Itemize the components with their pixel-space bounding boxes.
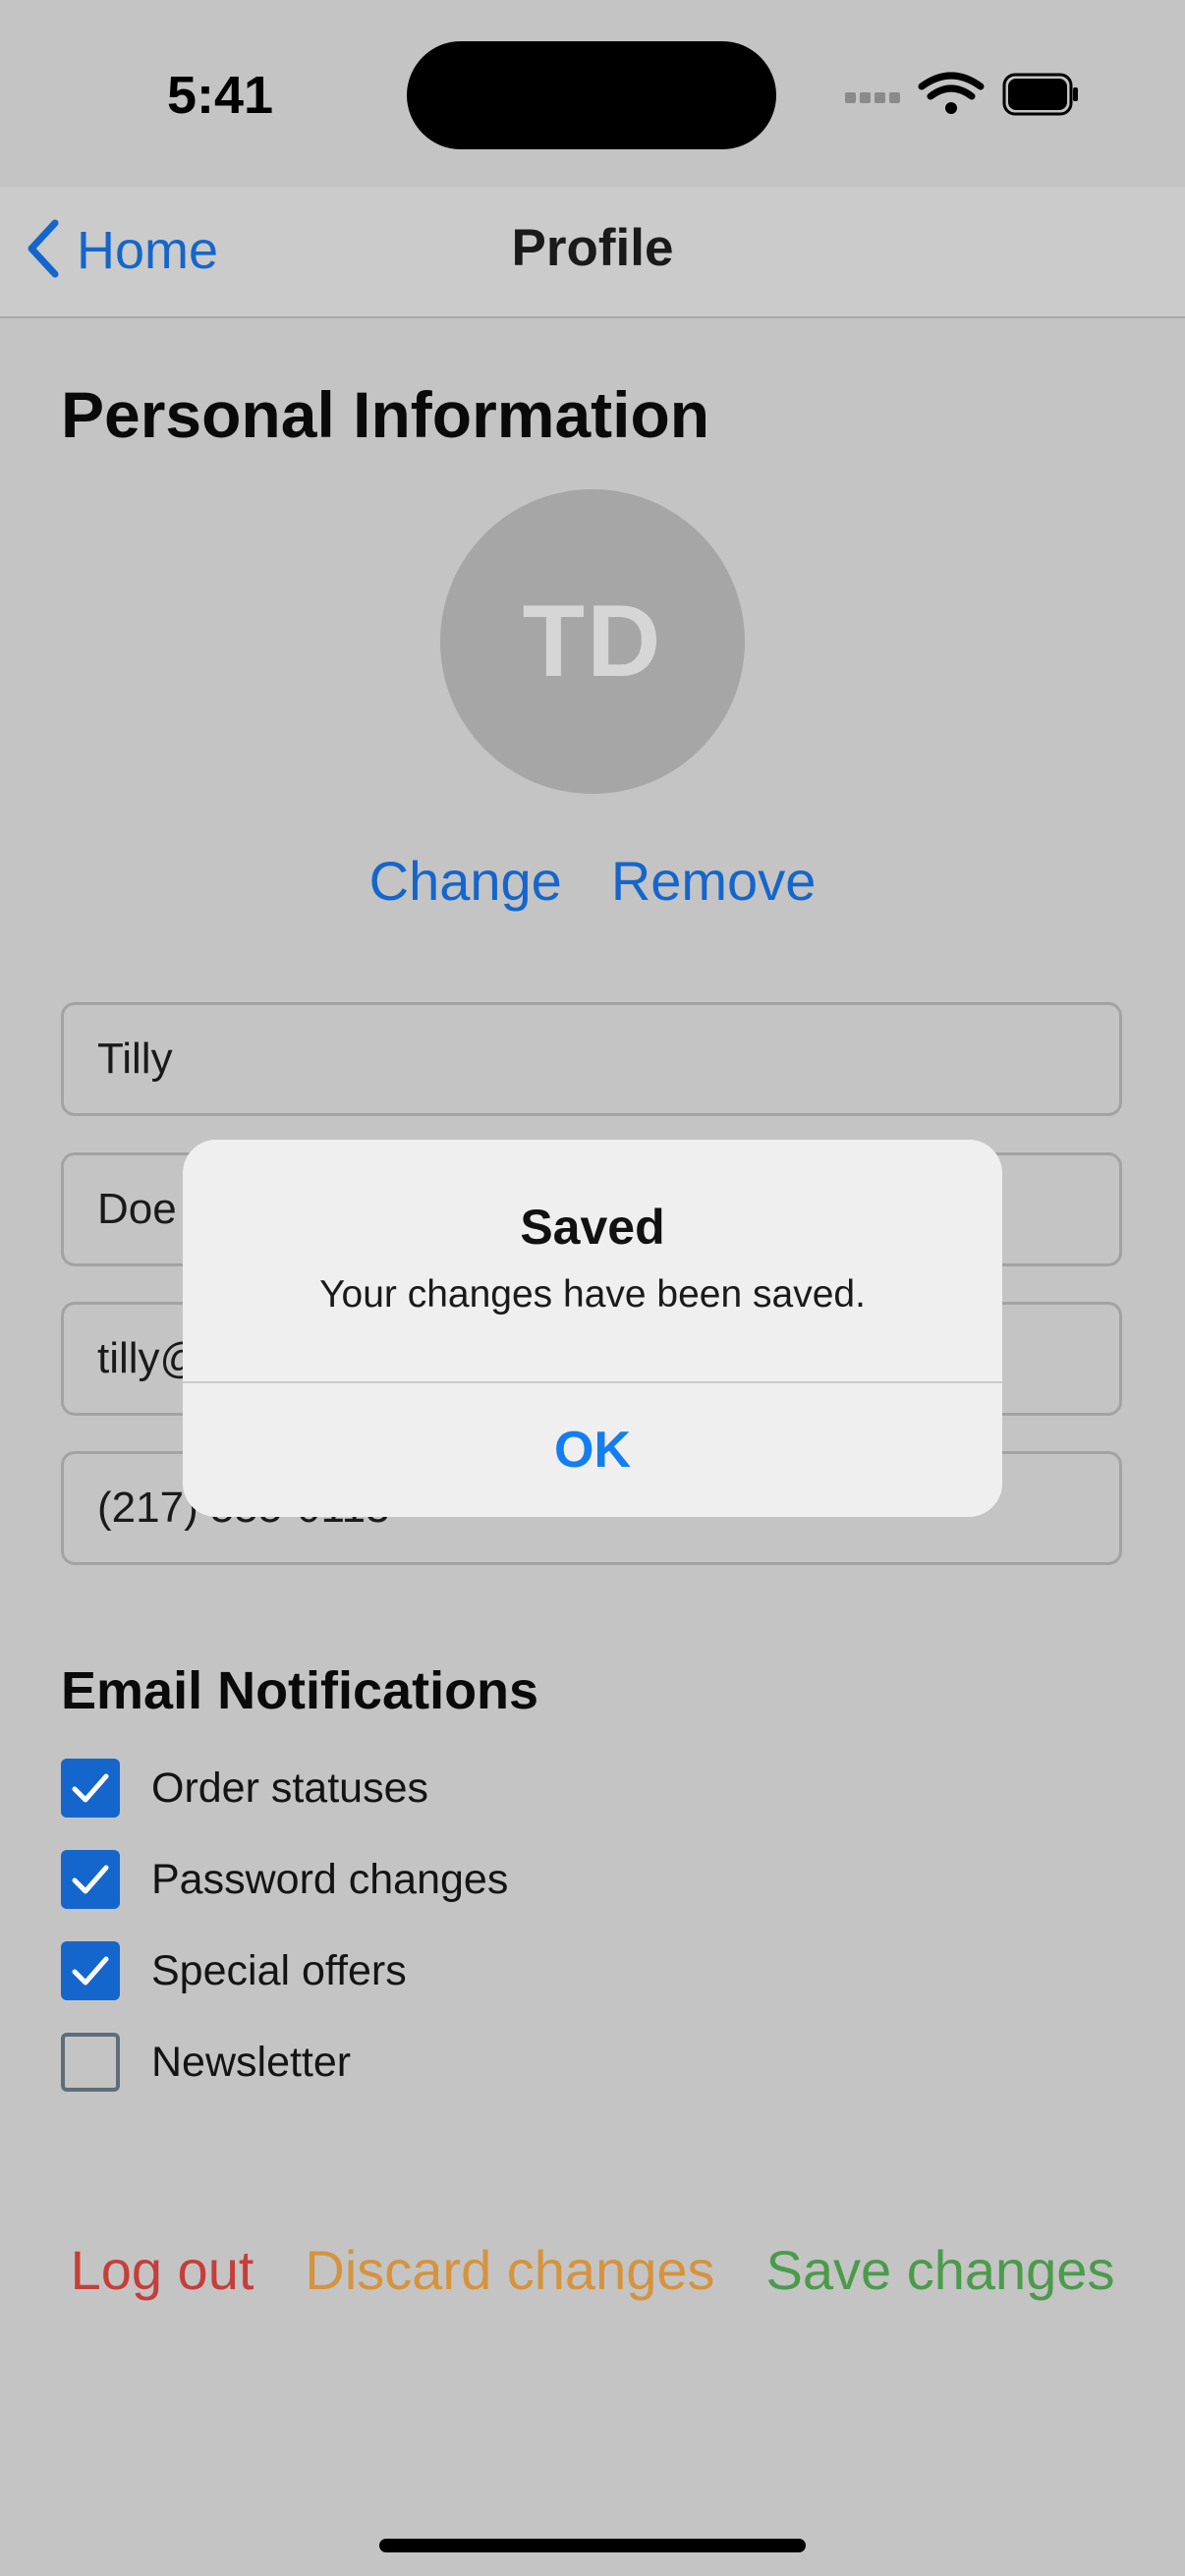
password-changes-checkbox[interactable] xyxy=(61,1850,120,1909)
checkbox-row-special-offers[interactable]: Special offers xyxy=(61,1939,407,2002)
checkbox-row-password-changes[interactable]: Password changes xyxy=(61,1848,508,1911)
wifi-icon xyxy=(918,72,985,114)
save-changes-button[interactable]: Save changes xyxy=(766,2238,1115,2302)
newsletter-checkbox[interactable] xyxy=(61,2033,120,2092)
checkmark-icon xyxy=(72,1773,109,1803)
special-offers-label: Special offers xyxy=(151,1946,407,1994)
dynamic-island xyxy=(407,41,776,149)
order-statuses-label: Order statuses xyxy=(151,1764,428,1812)
saved-alert-dialog: Saved Your changes have been saved. OK xyxy=(183,1140,1002,1517)
alert-ok-button[interactable]: OK xyxy=(183,1383,1002,1517)
newsletter-label: Newsletter xyxy=(151,2038,352,2086)
change-photo-button[interactable]: Change xyxy=(369,849,562,913)
special-offers-checkbox[interactable] xyxy=(61,1941,120,2000)
remove-photo-button[interactable]: Remove xyxy=(611,849,817,913)
status-bar: 5:41 xyxy=(0,0,1185,187)
navigation-bar: Home Profile xyxy=(0,187,1185,318)
bottom-actions: Log out Discard changes Save changes xyxy=(0,2238,1185,2302)
status-icons xyxy=(845,69,1081,124)
discard-changes-button[interactable]: Discard changes xyxy=(305,2238,714,2302)
log-out-button[interactable]: Log out xyxy=(71,2238,254,2302)
page-title: Profile xyxy=(511,219,674,277)
email-notifications-heading: Email Notifications xyxy=(61,1661,539,1720)
order-statuses-checkbox[interactable] xyxy=(61,1759,120,1818)
alert-message: Your changes have been saved. xyxy=(319,1273,866,1316)
alert-title: Saved xyxy=(520,1200,665,1255)
photo-actions: Change Remove xyxy=(0,849,1185,913)
first-name-field[interactable]: Tilly xyxy=(61,1002,1122,1116)
checkbox-row-newsletter[interactable]: Newsletter xyxy=(61,2031,351,2094)
avatar: TD xyxy=(440,489,745,794)
home-indicator[interactable] xyxy=(379,2539,806,2552)
cellular-signal-icon xyxy=(845,92,900,103)
checkmark-icon xyxy=(72,1865,109,1894)
personal-information-heading: Personal Information xyxy=(61,378,710,451)
status-time: 5:41 xyxy=(167,66,274,125)
checkbox-row-order-statuses[interactable]: Order statuses xyxy=(61,1757,428,1820)
battery-icon xyxy=(1002,73,1078,116)
checkmark-icon xyxy=(72,1956,109,1986)
avatar-initials: TD xyxy=(522,584,663,699)
password-changes-label: Password changes xyxy=(151,1855,509,1903)
